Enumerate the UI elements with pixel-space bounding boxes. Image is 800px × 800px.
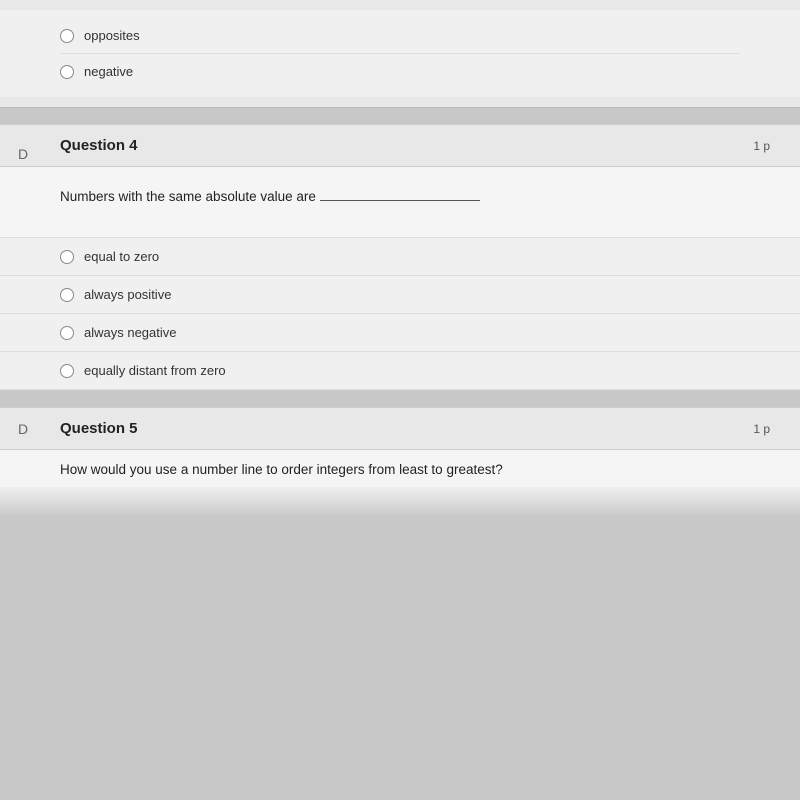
q4-option-always-positive[interactable]: always positive <box>0 275 800 313</box>
question5-title: Question 5 <box>60 420 138 437</box>
question4-card: Question 4 1 p Numbers with the same abs… <box>0 124 800 391</box>
bottom-fade <box>0 487 800 517</box>
radio-negative <box>60 65 74 79</box>
prev-option-negative[interactable]: negative <box>60 54 740 89</box>
question5-text: How would you use a number line to order… <box>60 460 740 480</box>
question5-letter: D <box>18 421 28 437</box>
question5-header: Question 5 1 p <box>0 408 800 450</box>
question5-points: 1 p <box>753 422 770 436</box>
question4-options: equal to zero always positive always neg… <box>0 237 800 390</box>
question4-text: Numbers with the same absolute value are <box>60 187 740 207</box>
radio-equal-to-zero <box>60 250 74 264</box>
radio-equally-distant <box>60 364 74 378</box>
q4-option-equally-distant[interactable]: equally distant from zero <box>0 351 800 390</box>
q4-option-equally-distant-label: equally distant from zero <box>84 363 226 378</box>
q4-option-always-positive-label: always positive <box>84 287 171 302</box>
question4-points: 1 p <box>753 139 770 153</box>
radio-opposites <box>60 29 74 43</box>
radio-always-positive <box>60 288 74 302</box>
question5-body: How would you use a number line to order… <box>0 450 800 486</box>
question4-text-content: Numbers with the same absolute value are <box>60 189 316 204</box>
question4-blank <box>320 200 480 201</box>
question4-title: Question 4 <box>60 137 138 154</box>
question4-letter: D <box>18 146 28 162</box>
q4-option-equal-to-zero[interactable]: equal to zero <box>0 237 800 275</box>
radio-always-negative <box>60 326 74 340</box>
q4-option-always-negative[interactable]: always negative <box>0 313 800 351</box>
prev-option-opposites-label: opposites <box>84 28 140 43</box>
question4-body: Numbers with the same absolute value are <box>0 167 800 237</box>
prev-option-negative-label: negative <box>84 64 133 79</box>
question5-card: Question 5 1 p How would you use a numbe… <box>0 407 800 486</box>
q4-option-always-negative-label: always negative <box>84 325 177 340</box>
question4-header: Question 4 1 p <box>0 125 800 167</box>
q4-option-equal-to-zero-label: equal to zero <box>84 249 159 264</box>
prev-option-opposites[interactable]: opposites <box>60 18 740 54</box>
